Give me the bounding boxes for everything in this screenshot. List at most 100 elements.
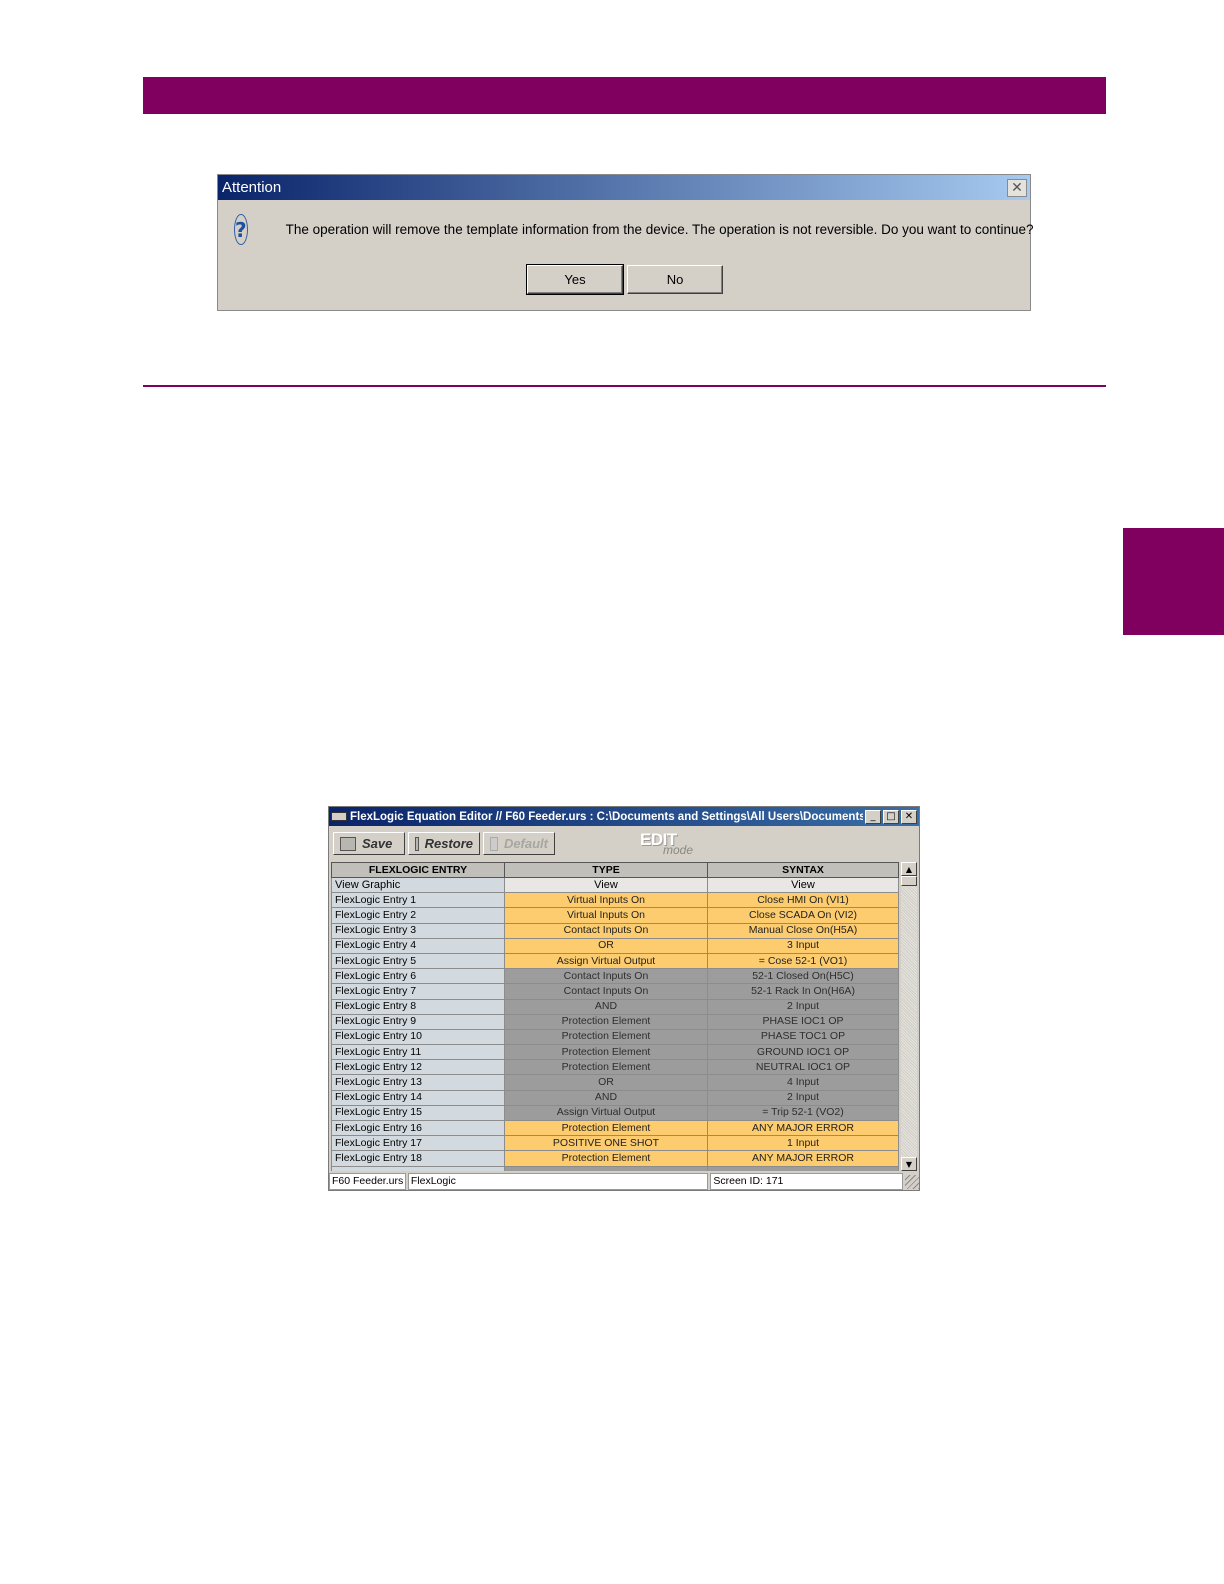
save-button[interactable]: Save (333, 832, 405, 855)
yes-button[interactable]: Yes (526, 264, 624, 295)
entry-cell: FlexLogic Entry 1 (331, 892, 505, 909)
flexlogic-grid: FLEXLOGIC ENTRY TYPE SYNTAX View Graphic… (331, 862, 916, 1171)
no-button[interactable]: No (627, 265, 723, 294)
type-cell[interactable]: POSITIVE ONE SHOT (504, 1135, 708, 1152)
header-band (143, 77, 1106, 114)
table-row[interactable]: FlexLogic Entry 14 AND 2 Input (331, 1089, 899, 1106)
table-row[interactable]: FlexLogic Entry 6 Contact Inputs On 52-1 C… (331, 968, 899, 985)
syntax-cell[interactable]: NEUTRAL IOC1 OP (707, 1059, 899, 1076)
type-cell[interactable]: Protection Element (504, 1013, 708, 1030)
syntax-cell[interactable]: 52-1 Rack In On(H6A) (707, 983, 899, 1000)
status-section: FlexLogic (407, 1173, 709, 1190)
close-icon[interactable]: ✕ (1007, 178, 1027, 197)
syntax-cell[interactable]: 2 Input (707, 1089, 899, 1106)
type-cell[interactable]: Contact Inputs On (504, 968, 708, 985)
entry-cell: FlexLogic Entry 17 (331, 1135, 505, 1152)
type-cell[interactable]: Protection Element (504, 1059, 708, 1076)
header-flexlogic-entry[interactable]: FLEXLOGIC ENTRY (331, 862, 505, 878)
view-graphic-row: View Graphic View View (331, 876, 899, 894)
scroll-up-icon[interactable]: ▲ (901, 862, 917, 876)
dialog-title: Attention (222, 179, 282, 196)
type-cell[interactable]: Virtual Inputs On (504, 907, 708, 924)
header-syntax[interactable]: SYNTAX (707, 862, 899, 878)
view-type-button[interactable]: View (504, 876, 708, 894)
syntax-cell[interactable]: 1 Input (707, 1135, 899, 1152)
table-row[interactable]: FlexLogic Entry 1 Virtual Inputs On Close … (331, 892, 899, 909)
table-row[interactable]: FlexLogic Entry 3 Contact Inputs On Manual… (331, 922, 899, 939)
partial-cell (331, 1165, 505, 1171)
table-row[interactable]: FlexLogic Entry 2 Virtual Inputs On Close … (331, 907, 899, 924)
type-cell[interactable]: Protection Element (504, 1119, 708, 1137)
syntax-cell[interactable]: Close HMI On (VI1) (707, 892, 899, 909)
entry-cell: FlexLogic Entry 16 (331, 1119, 505, 1137)
type-cell[interactable]: Assign Virtual Output (504, 1104, 708, 1122)
syntax-cell[interactable]: 52-1 Closed On(H5C) (707, 968, 899, 985)
type-cell[interactable]: AND (504, 1089, 708, 1106)
entry-cell: FlexLogic Entry 9 (331, 1013, 505, 1030)
entry-cell: FlexLogic Entry 10 (331, 1028, 505, 1046)
app-icon[interactable] (331, 812, 347, 821)
type-cell[interactable]: Assign Virtual Output (504, 952, 708, 970)
type-cell[interactable]: Virtual Inputs On (504, 892, 708, 909)
table-row[interactable]: FlexLogic Entry 13 OR 4 Input (331, 1074, 899, 1091)
table-row[interactable]: FlexLogic Entry 5 Assign Virtual Output = … (331, 952, 899, 970)
entry-cell: FlexLogic Entry 11 (331, 1044, 505, 1061)
default-button[interactable]: Default (483, 832, 555, 855)
syntax-cell[interactable]: = Trip 52-1 (VO2) (707, 1104, 899, 1122)
entry-cell: FlexLogic Entry 2 (331, 907, 505, 924)
table-row[interactable]: FlexLogic Entry 18 Protection Element ANY … (331, 1150, 899, 1167)
type-cell[interactable]: Contact Inputs On (504, 922, 708, 939)
restore-button[interactable]: Restore (408, 832, 480, 855)
close-icon[interactable]: ✕ (901, 809, 917, 824)
syntax-cell[interactable]: ANY MAJOR ERROR (707, 1119, 899, 1137)
syntax-cell[interactable]: Manual Close On(H5A) (707, 922, 899, 939)
table-row-partial[interactable] (331, 1165, 899, 1171)
default-icon (490, 836, 498, 851)
attention-dialog: Attention ✕ ? The operation will remove … (217, 174, 1034, 311)
table-row[interactable]: FlexLogic Entry 7 Contact Inputs On 52-1 R… (331, 983, 899, 1000)
table-row[interactable]: FlexLogic Entry 15 Assign Virtual Output =… (331, 1104, 899, 1122)
table-row[interactable]: FlexLogic Entry 16 Protection Element ANY … (331, 1119, 899, 1137)
entry-cell: FlexLogic Entry 14 (331, 1089, 505, 1106)
view-graphic-label: View Graphic (331, 876, 505, 894)
status-screen-id: Screen ID: 171 (710, 1173, 904, 1190)
maximize-icon[interactable]: □ (883, 809, 899, 824)
status-file: F60 Feeder.urs (329, 1173, 406, 1190)
table-row[interactable]: FlexLogic Entry 8 AND 2 Input (331, 998, 899, 1015)
table-row[interactable]: FlexLogic Entry 17 POSITIVE ONE SHOT 1 Inp… (331, 1135, 899, 1152)
minimize-icon[interactable]: _ (865, 809, 881, 824)
type-cell[interactable]: Protection Element (504, 1044, 708, 1061)
type-cell[interactable]: AND (504, 998, 708, 1015)
syntax-cell[interactable]: PHASE TOC1 OP (707, 1028, 899, 1046)
type-cell[interactable]: OR (504, 937, 708, 954)
syntax-cell[interactable]: 3 Input (707, 937, 899, 954)
table-row[interactable]: FlexLogic Entry 10 Protection Element PHAS… (331, 1028, 899, 1046)
resize-grip-icon[interactable] (905, 1175, 919, 1189)
syntax-cell[interactable]: 4 Input (707, 1074, 899, 1091)
chapter-tab (1123, 528, 1224, 635)
type-cell[interactable]: OR (504, 1074, 708, 1091)
view-syntax-button[interactable]: View (707, 876, 899, 894)
table-row[interactable]: FlexLogic Entry 9 Protection Element PHASE… (331, 1013, 899, 1030)
scroll-down-icon[interactable]: ▼ (901, 1157, 917, 1171)
header-type[interactable]: TYPE (504, 862, 708, 878)
type-cell[interactable]: Protection Element (504, 1150, 708, 1167)
restore-icon (415, 836, 419, 851)
syntax-cell[interactable]: ANY MAJOR ERROR (707, 1150, 899, 1167)
grid-header-row: FLEXLOGIC ENTRY TYPE SYNTAX (331, 862, 899, 878)
type-cell[interactable]: Contact Inputs On (504, 983, 708, 1000)
vertical-scrollbar[interactable]: ▲ ▼ (901, 862, 917, 1171)
status-bar: F60 Feeder.urs FlexLogic Screen ID: 171 (329, 1173, 919, 1190)
entry-cell: FlexLogic Entry 3 (331, 922, 505, 939)
syntax-cell[interactable]: Close SCADA On (VI2) (707, 907, 899, 924)
syntax-cell[interactable]: PHASE IOC1 OP (707, 1013, 899, 1030)
table-row[interactable]: FlexLogic Entry 11 Protection Element GROU… (331, 1044, 899, 1061)
syntax-cell[interactable]: 2 Input (707, 998, 899, 1015)
table-row[interactable]: FlexLogic Entry 4 OR 3 Input (331, 937, 899, 954)
scroll-thumb[interactable] (901, 876, 917, 886)
type-cell[interactable]: Protection Element (504, 1028, 708, 1046)
syntax-cell[interactable]: = Cose 52-1 (VO1) (707, 952, 899, 970)
syntax-cell[interactable]: GROUND IOC1 OP (707, 1044, 899, 1061)
table-row[interactable]: FlexLogic Entry 12 Protection Element NEUT… (331, 1059, 899, 1076)
partial-cell (504, 1165, 708, 1171)
